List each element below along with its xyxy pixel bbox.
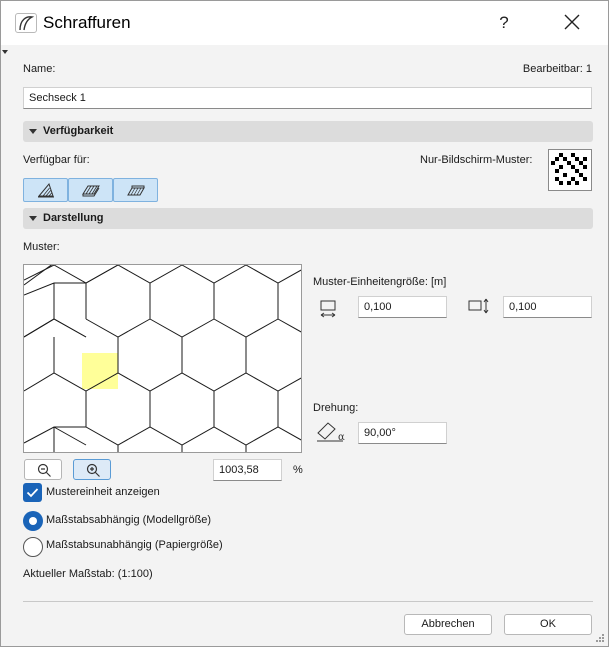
title-bar: Schraffuren ?	[1, 1, 608, 45]
close-button[interactable]	[556, 9, 588, 37]
screen-only-pattern-preview[interactable]	[548, 149, 592, 191]
footer-divider	[23, 601, 593, 602]
rotation-input[interactable]: 90,00°	[358, 422, 447, 444]
resize-grip-icon[interactable]	[595, 633, 605, 643]
drafting-hatch-icon	[37, 182, 54, 198]
collapse-triangle-icon	[29, 216, 37, 221]
zoom-out-icon	[37, 463, 51, 477]
zoom-out-button[interactable]	[24, 459, 62, 480]
screen-pattern-label: Nur-Bildschirm-Muster:	[420, 154, 533, 166]
availability-section-header[interactable]: Verfügbarkeit	[23, 121, 593, 142]
app-icon	[15, 13, 37, 33]
pattern-height-input[interactable]: 0,100	[503, 296, 592, 318]
close-icon	[564, 14, 580, 30]
cut-fill-icon	[82, 185, 100, 197]
current-scale-text: Aktueller Maßstab: (1:100)	[23, 568, 153, 580]
hexagon-pattern	[24, 265, 301, 452]
available-cut-button[interactable]	[68, 178, 113, 202]
availability-section-title: Verfügbarkeit	[43, 125, 114, 137]
available-cover-button[interactable]	[113, 178, 158, 202]
show-unit-checkbox[interactable]	[23, 483, 42, 502]
display-section-title: Darstellung	[43, 212, 104, 224]
scale-independent-label: Maßstabsunabhängig (Papiergröße)	[46, 539, 223, 551]
pattern-label: Muster:	[23, 241, 60, 253]
zoom-in-icon	[86, 463, 100, 477]
cover-fill-icon	[127, 185, 145, 196]
available-drafting-button[interactable]	[23, 178, 68, 202]
editable-count: Bearbeitbar: 1	[522, 63, 592, 75]
collapse-triangle-icon	[29, 129, 37, 134]
pattern-preview[interactable]	[23, 264, 302, 453]
collapse-marker-icon	[2, 50, 8, 54]
help-button[interactable]: ?	[488, 9, 520, 37]
scale-independent-radio[interactable]	[23, 537, 43, 557]
zoom-unit: %	[293, 464, 303, 476]
pattern-height-icon	[468, 298, 489, 314]
pattern-width-icon	[320, 300, 336, 318]
help-icon: ?	[499, 13, 509, 32]
scale-dependent-label: Maßstabsabhängig (Modellgröße)	[46, 514, 212, 526]
rotation-angle-icon: α	[317, 422, 345, 443]
ok-button[interactable]: OK	[504, 614, 592, 635]
bitmap-pattern-icon	[551, 153, 587, 185]
rotation-label: Drehung:	[313, 402, 359, 414]
zoom-input[interactable]: 1003,58	[213, 459, 282, 481]
display-section-header[interactable]: Darstellung	[23, 208, 593, 229]
checkmark-icon	[26, 488, 39, 498]
unit-size-label: Muster-Einheitengröße: [m]	[313, 276, 447, 288]
cancel-button[interactable]: Abbrechen	[404, 614, 492, 635]
window-title: Schraffuren	[43, 13, 131, 32]
name-label: Name:	[23, 63, 56, 75]
name-input[interactable]: Sechseck 1	[23, 87, 592, 109]
hatch-dialog: Schraffuren ? Name: Bearbeitbar: 1 Sechs…	[0, 0, 609, 647]
zoom-in-button[interactable]	[73, 459, 111, 480]
pattern-width-input[interactable]: 0,100	[358, 296, 447, 318]
available-for-label: Verfügbar für:	[23, 154, 90, 166]
svg-text:α: α	[338, 432, 345, 443]
scale-dependent-radio[interactable]	[23, 511, 43, 531]
show-unit-label: Mustereinheit anzeigen	[46, 486, 160, 498]
